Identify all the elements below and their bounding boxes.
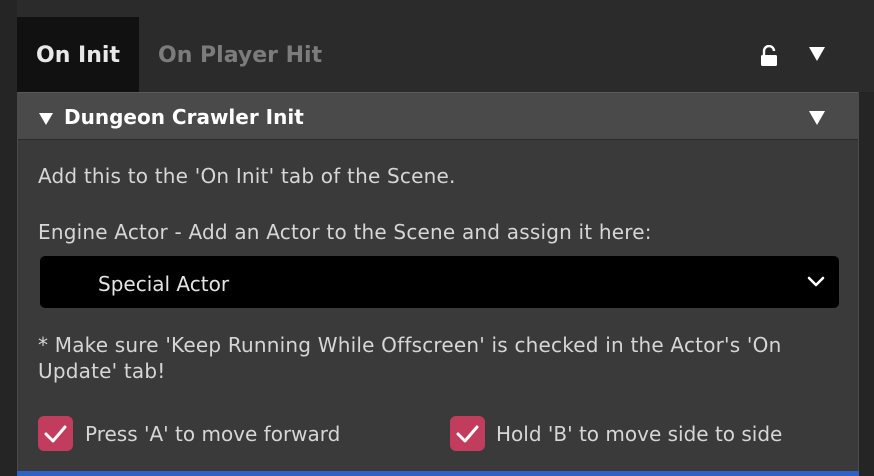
checkbox-move-forward-label[interactable]: Press 'A' to move forward [85, 422, 340, 446]
collapse-caret-icon[interactable] [39, 113, 53, 125]
checkbox-move-forward[interactable] [38, 416, 73, 451]
tab-on-player-hit[interactable]: On Player Hit [158, 17, 322, 92]
left-edge [0, 0, 17, 476]
checkmark-icon [456, 425, 479, 443]
engine-actor-label: Engine Actor - Add an Actor to the Scene… [38, 220, 652, 244]
instruction-text: Add this to the 'On Init' tab of the Sce… [38, 164, 456, 188]
event-panel: Dungeon Crawler Init Add this to the 'On… [17, 92, 859, 476]
script-tab-bar: On Init On Player Hit [17, 0, 874, 92]
actor-select-value: Special Actor [98, 272, 230, 296]
offscreen-note: * Make sure 'Keep Running While Offscree… [38, 333, 782, 383]
checkbox-side-to-side-label[interactable]: Hold 'B' to move side to side [496, 422, 782, 446]
chevron-down-icon [807, 276, 825, 287]
dropdown-caret-icon[interactable] [808, 46, 826, 62]
actor-select[interactable]: Special Actor [40, 256, 839, 308]
section-menu-caret-icon[interactable] [808, 111, 826, 125]
tab-on-init[interactable]: On Init [17, 17, 139, 92]
lock-open-icon[interactable] [760, 45, 778, 67]
checkmark-icon [44, 425, 67, 443]
section-header[interactable]: Dungeon Crawler Init [18, 92, 858, 140]
focus-bar [17, 471, 859, 476]
checkbox-side-to-side[interactable] [450, 416, 485, 451]
section-title: Dungeon Crawler Init [64, 105, 304, 129]
